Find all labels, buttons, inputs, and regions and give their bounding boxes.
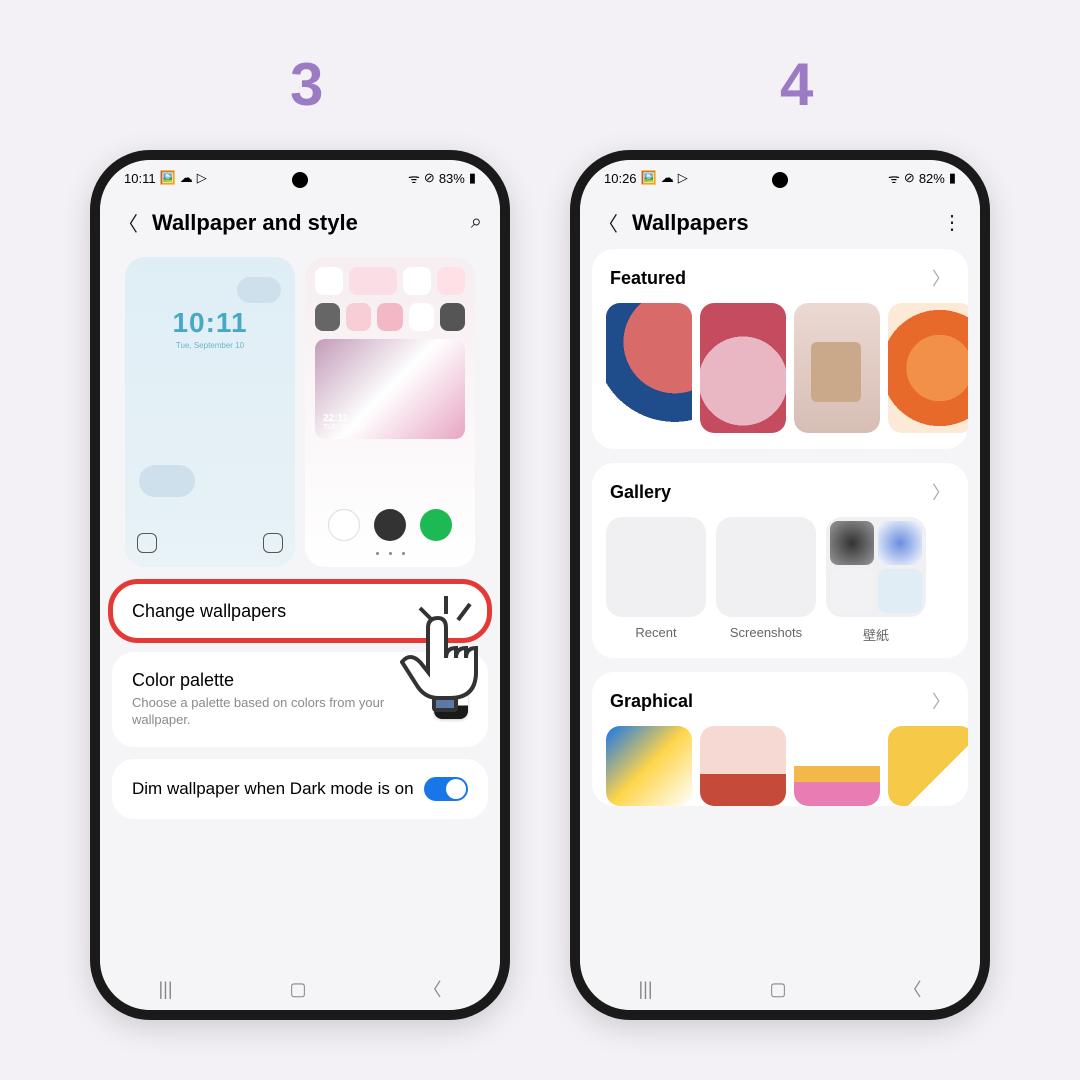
camera-notch bbox=[292, 172, 308, 188]
photo-icon: 🖼️ bbox=[641, 170, 657, 186]
cloud-icon: ☁ bbox=[180, 170, 193, 186]
graphical-section: Graphical〉 bbox=[592, 672, 968, 806]
battery-icon: ▮ bbox=[469, 170, 476, 186]
recents-icon[interactable]: ||| bbox=[638, 979, 652, 1000]
gallery-album[interactable]: Recent bbox=[606, 517, 706, 644]
gallery-album[interactable]: Screenshots bbox=[716, 517, 816, 644]
page-title: Wallpapers bbox=[632, 210, 928, 236]
lock-date: Tue, September 10 bbox=[176, 341, 244, 350]
homescreen-preview[interactable]: 22:11TUE, Sept 10 bbox=[305, 257, 475, 567]
gallery-section: Gallery〉 Recent Screenshots 壁紙 bbox=[592, 463, 968, 658]
step-number-4: 4 bbox=[780, 50, 813, 119]
search-icon[interactable]: ⌕ bbox=[471, 211, 482, 234]
phone-step-4: 10:26 🖼️☁▷ ᯤ⊘ 82% ▮ 〈 Wallpapers ⋮ Featured… bbox=[570, 150, 990, 1020]
dim-wallpaper-row[interactable]: Dim wallpaper when Dark mode is on bbox=[112, 759, 488, 819]
gallery-header[interactable]: Gallery〉 bbox=[592, 463, 968, 517]
home-icon[interactable]: ▢ bbox=[770, 979, 787, 1000]
featured-thumb[interactable] bbox=[606, 303, 692, 433]
featured-section: Featured〉 bbox=[592, 249, 968, 449]
chevron-right-icon: 〉 bbox=[932, 688, 950, 714]
phone-icon bbox=[137, 533, 157, 553]
lockscreen-preview[interactable]: 10:11 Tue, September 10 bbox=[125, 257, 295, 567]
photo-icon: 🖼️ bbox=[160, 170, 176, 186]
featured-header[interactable]: Featured〉 bbox=[592, 249, 968, 303]
settings-icon bbox=[374, 509, 406, 541]
gallery-icon bbox=[328, 509, 360, 541]
recents-icon[interactable]: ||| bbox=[158, 979, 172, 1000]
camera-notch bbox=[772, 172, 788, 188]
back-icon[interactable]: 〈 bbox=[118, 208, 138, 237]
header: 〈 Wallpaper and style ⌕ bbox=[100, 196, 500, 249]
featured-thumb[interactable] bbox=[794, 303, 880, 433]
nav-bar: ||| ▢ 〈 bbox=[100, 968, 500, 1010]
more-icon[interactable]: ⋮ bbox=[942, 210, 962, 235]
wallpaper-previews: 10:11 Tue, September 10 22:11TUE, Sept 1… bbox=[112, 249, 488, 583]
back-icon[interactable]: 〈 bbox=[598, 208, 618, 237]
phone-app-icon bbox=[420, 509, 452, 541]
home-icon[interactable]: ▢ bbox=[290, 979, 307, 1000]
phone-step-3: 10:11 🖼️☁▷ ᯤ⊘ 83% ▮ 〈 Wallpaper and style ⌕… bbox=[90, 150, 510, 1020]
cloud-icon: ☁ bbox=[661, 170, 674, 186]
graphical-header[interactable]: Graphical〉 bbox=[592, 672, 968, 726]
graphical-thumb[interactable] bbox=[700, 726, 786, 806]
battery-icon: ▮ bbox=[949, 170, 956, 186]
page-title: Wallpaper and style bbox=[152, 210, 457, 236]
tutorial-canvas: 3 4 10:11🖼️☁▷ ᯤ⊘83%▮ 〈 Wallpaper and sty… bbox=[0, 0, 1080, 1080]
nav-bar: ||| ▢ 〈 bbox=[580, 968, 980, 1010]
back-nav-icon[interactable]: 〈 bbox=[904, 976, 922, 1002]
camera-icon bbox=[263, 533, 283, 553]
wifi-icon: ᯤ bbox=[888, 169, 900, 187]
status-time: 10:11 bbox=[124, 171, 156, 186]
featured-thumb[interactable] bbox=[888, 303, 968, 433]
dim-toggle[interactable] bbox=[424, 777, 468, 801]
graphical-thumb[interactable] bbox=[794, 726, 880, 806]
graphical-thumb[interactable] bbox=[888, 726, 968, 806]
featured-thumb[interactable] bbox=[700, 303, 786, 433]
lock-clock: 10:11 bbox=[172, 307, 247, 339]
chevron-right-icon: 〉 bbox=[932, 265, 950, 291]
step-number-3: 3 bbox=[290, 50, 323, 119]
battery-pct: 83% bbox=[439, 171, 465, 186]
play-icon: ▷ bbox=[197, 170, 207, 186]
graphical-thumb[interactable] bbox=[606, 726, 692, 806]
battery-pct: 82% bbox=[919, 171, 945, 186]
tap-hand-icon bbox=[400, 590, 520, 720]
play-icon: ▷ bbox=[678, 170, 688, 186]
chevron-right-icon: 〉 bbox=[932, 479, 950, 505]
header: 〈 Wallpapers ⋮ bbox=[580, 196, 980, 249]
wifi-icon: ᯤ bbox=[408, 169, 420, 187]
back-nav-icon[interactable]: 〈 bbox=[424, 976, 442, 1002]
gallery-album[interactable]: 壁紙 bbox=[826, 517, 926, 644]
nodata-icon: ⊘ bbox=[424, 170, 435, 186]
status-time: 10:26 bbox=[604, 171, 637, 186]
nodata-icon: ⊘ bbox=[904, 170, 915, 186]
